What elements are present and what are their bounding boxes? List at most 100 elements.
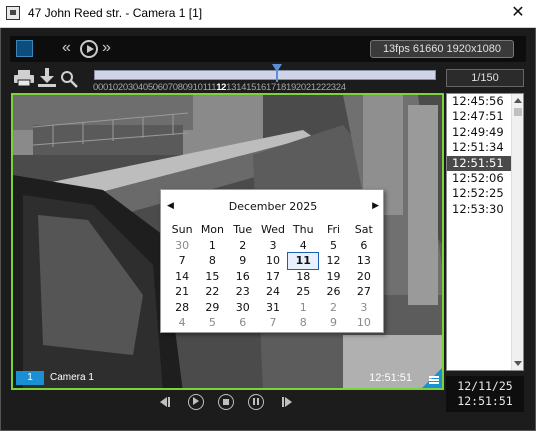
- time-list-item[interactable]: 12:45:56: [447, 94, 511, 109]
- calendar-day[interactable]: 15: [197, 269, 227, 285]
- calendar-day[interactable]: 19: [318, 269, 348, 285]
- calendar-day[interactable]: 29: [197, 300, 227, 316]
- calendar-day[interactable]: 8: [288, 315, 318, 331]
- record-counter: 1/150: [446, 69, 524, 87]
- play-icon: [193, 397, 199, 405]
- calendar-day[interactable]: 3: [349, 300, 379, 316]
- calendar-day[interactable]: 26: [318, 284, 348, 300]
- time-list-item[interactable]: 12:52:06: [447, 171, 511, 186]
- calendar-day[interactable]: 7: [258, 315, 288, 331]
- calendar-day[interactable]: 18: [288, 269, 318, 285]
- play-button[interactable]: [188, 394, 204, 410]
- calendar-day[interactable]: 17: [258, 269, 288, 285]
- time-list-item[interactable]: 12:53:30: [447, 202, 511, 217]
- next-month-button[interactable]: ▶: [372, 200, 379, 211]
- pause-icon: [253, 398, 255, 405]
- step-forward-icon: [285, 397, 292, 407]
- calendar-day[interactable]: 10: [258, 253, 288, 269]
- calendar-day[interactable]: 16: [228, 269, 258, 285]
- play-icon[interactable]: [80, 40, 98, 58]
- calendar-day[interactable]: 20: [349, 269, 379, 285]
- search-icon[interactable]: [60, 70, 78, 88]
- camera-number-badge: 1: [16, 371, 44, 385]
- calendar-day[interactable]: 4: [167, 315, 197, 331]
- close-button[interactable]: ✕: [508, 3, 528, 23]
- step-forward-button[interactable]: [280, 394, 296, 410]
- calendar-day[interactable]: 22: [197, 284, 227, 300]
- time-list-item[interactable]: 12:51:34: [447, 140, 511, 155]
- calendar-day[interactable]: 8: [197, 253, 227, 269]
- timeline-bar[interactable]: [94, 70, 436, 80]
- menu-icon[interactable]: [429, 376, 439, 385]
- calendar-day[interactable]: 24: [258, 284, 288, 300]
- calendar-day[interactable]: 5: [318, 238, 348, 254]
- current-datetime: 12/11/25 12:51:51: [446, 376, 524, 412]
- calendar-day[interactable]: 3: [258, 238, 288, 254]
- calendar-day[interactable]: 1: [288, 300, 318, 316]
- weekday-label: Sat: [354, 223, 373, 236]
- camera-select-button[interactable]: [16, 40, 33, 57]
- scroll-down-arrow-icon[interactable]: [514, 361, 522, 366]
- calendar-day[interactable]: 6: [349, 238, 379, 254]
- weekday-label: Wed: [260, 223, 285, 236]
- rewind-button[interactable]: «: [62, 39, 71, 57]
- calendar-day[interactable]: 23: [228, 284, 258, 300]
- stop-icon: [223, 399, 229, 405]
- weekday-label: Thu: [292, 223, 314, 236]
- time-list-item-selected[interactable]: 12:51:51: [447, 155, 511, 171]
- calendar-day[interactable]: 5: [197, 315, 227, 331]
- calendar-day[interactable]: 25: [288, 284, 318, 300]
- time-list-item[interactable]: 12:47:51: [447, 109, 511, 124]
- timeline-position-marker[interactable]: [272, 64, 282, 82]
- printer-icon[interactable]: [14, 70, 34, 86]
- step-back-button[interactable]: [158, 394, 174, 410]
- calendar-day[interactable]: 4: [288, 238, 318, 254]
- hour-current: 12: [216, 82, 227, 93]
- calendar-day[interactable]: 12: [318, 253, 348, 269]
- app-icon: [6, 6, 20, 20]
- calendar-week: 30 1 2 3 4 5 6: [167, 238, 379, 254]
- calendar-grid: Sun Mon Tue Wed Thu Fri Sat 30 1 2 3 4 5…: [167, 222, 379, 331]
- list-scrollbar[interactable]: [511, 94, 523, 370]
- calendar-week: 7 8 9 10 11 12 13: [167, 252, 379, 270]
- stop-button[interactable]: [218, 394, 234, 410]
- pause-button[interactable]: [248, 394, 264, 410]
- download-icon[interactable]: [38, 68, 56, 88]
- camera-name-label: Camera 1: [50, 372, 94, 383]
- hours-before: 0001020304050607080910111: [93, 82, 217, 93]
- weekday-row: Sun Mon Tue Wed Thu Fri Sat: [167, 222, 379, 238]
- calendar-day[interactable]: 13: [349, 253, 379, 269]
- calendar-day[interactable]: 1: [197, 238, 227, 254]
- step-back-icon: [160, 397, 167, 407]
- calendar-day[interactable]: 30: [228, 300, 258, 316]
- calendar-day[interactable]: 14: [167, 269, 197, 285]
- time-list-items: 12:45:56 12:47:51 12:49:49 12:51:34 12:5…: [447, 94, 511, 217]
- time-list-item[interactable]: 12:49:49: [447, 125, 511, 140]
- scroll-up-arrow-icon[interactable]: [514, 98, 522, 103]
- calendar-day[interactable]: 27: [349, 284, 379, 300]
- scroll-thumb[interactable]: [514, 108, 522, 116]
- calendar-day[interactable]: 30: [167, 238, 197, 254]
- calendar-month-year[interactable]: December 2025: [161, 200, 385, 213]
- weekday-label: Sun: [171, 223, 193, 236]
- fast-forward-button[interactable]: »: [102, 39, 111, 57]
- hours-after: 131415161718192021222324: [226, 82, 346, 93]
- calendar-day[interactable]: 9: [228, 253, 258, 269]
- calendar-week: 28 29 30 31 1 2 3: [167, 300, 379, 316]
- calendar-day[interactable]: 6: [228, 315, 258, 331]
- video-timestamp: 12:51:51: [369, 372, 412, 384]
- calendar-day[interactable]: 10: [349, 315, 379, 331]
- calendar-day[interactable]: 2: [318, 300, 348, 316]
- current-date: 12/11/25: [457, 379, 513, 393]
- calendar-day[interactable]: 21: [167, 284, 197, 300]
- event-time-list: 12:45:56 12:47:51 12:49:49 12:51:34 12:5…: [446, 93, 524, 371]
- calendar-day-selected[interactable]: 11: [287, 252, 320, 270]
- time-list-item[interactable]: 12:52:25: [447, 186, 511, 201]
- calendar-day[interactable]: 28: [167, 300, 197, 316]
- calendar-day[interactable]: 2: [228, 238, 258, 254]
- top-toolbar: « » 13fps 61660 1920x1080: [10, 36, 526, 62]
- calendar-day[interactable]: 9: [318, 315, 348, 331]
- calendar-day[interactable]: 31: [258, 300, 288, 316]
- calendar-week: 21 22 23 24 25 26 27: [167, 284, 379, 300]
- calendar-day[interactable]: 7: [167, 253, 197, 269]
